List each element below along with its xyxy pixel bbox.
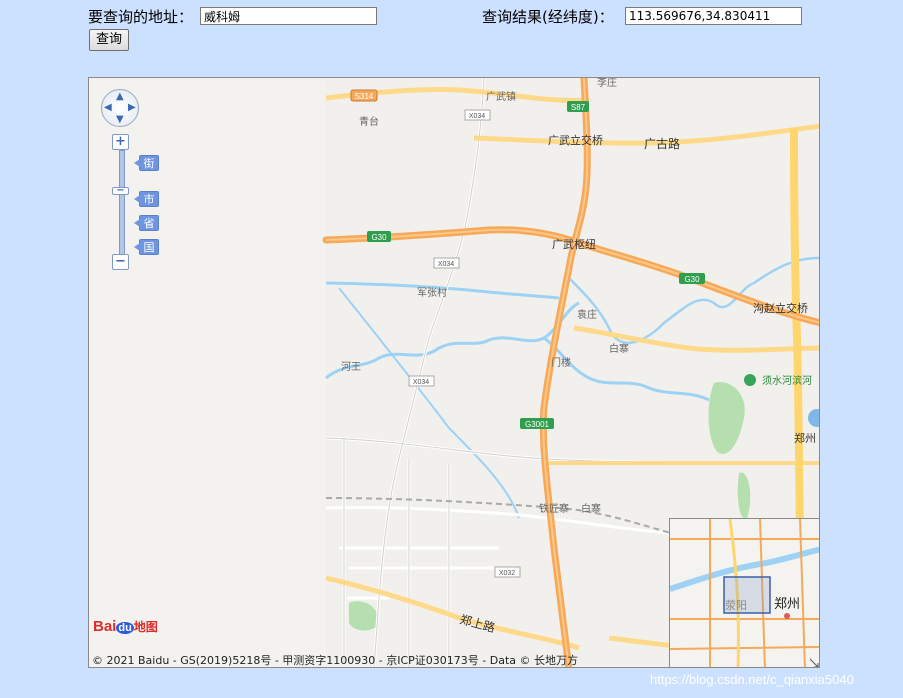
label-guangwu-bridge: 广武立交桥 [548, 133, 603, 147]
pan-down-icon[interactable]: ▼ [116, 115, 124, 125]
zoom-level-street[interactable]: 街 [134, 155, 159, 171]
zoom-level-country[interactable]: 国 [134, 239, 159, 255]
shield-g3001: G3001 [525, 420, 550, 429]
result-input[interactable] [625, 7, 802, 25]
baidu-logo[interactable]: Bai du 地图 [93, 618, 158, 635]
label-lizhuang: 李庄 [597, 78, 617, 89]
label-qingtai: 青台 [359, 115, 379, 128]
overview-label-xingyang: 荥阳 [725, 598, 747, 612]
shield-g30-right: G30 [684, 275, 700, 284]
map-copyright: © 2021 Baidu - GS(2019)5218号 - 甲测资字11009… [92, 654, 579, 667]
label-hewang: 河王 [341, 361, 361, 373]
zoom-out-button[interactable]: − [112, 254, 129, 270]
zoom-level-city[interactable]: 市 [134, 191, 159, 207]
zoom-in-button[interactable]: + [112, 134, 129, 150]
pan-right-icon[interactable]: ▶ [128, 103, 136, 113]
zoom-slider-track[interactable] [119, 150, 125, 255]
watermark: https://blog.csdn.net/c_qianxia5040 [650, 672, 854, 687]
shield-x034-mid: X034 [438, 261, 454, 268]
label-yuanzhuang: 袁庄 [577, 308, 597, 321]
label-guanggu-road: 广古路 [644, 136, 680, 151]
result-label: 查询结果(经纬度)： [482, 8, 614, 26]
shield-x034-top: X034 [469, 113, 485, 120]
label-menlou: 门楼 [551, 356, 571, 369]
pan-up-icon[interactable]: ▲ [116, 92, 124, 102]
address-label: 要查询的地址： [88, 8, 194, 26]
overview-label-zhengzhou: 郑州 [774, 597, 800, 612]
label-baizhai2: 白寨 [581, 502, 601, 515]
label-junzhang: 军张村 [417, 286, 447, 299]
label-xushui-park: 须水河滨河 [762, 374, 812, 387]
label-guangwu-hub: 广武枢纽 [552, 237, 596, 251]
zoom-level-province[interactable]: 省 [134, 215, 159, 231]
zoom-slider-handle[interactable]: − [112, 186, 129, 196]
label-tiejiangzhai: 铁匠寨 [539, 502, 569, 515]
shield-x032: X032 [499, 570, 515, 577]
shield-s87: S87 [571, 103, 586, 112]
shield-x034-low: X034 [413, 379, 429, 386]
pan-left-icon[interactable]: ◀ [104, 103, 112, 113]
label-guangwu-town: 广武镇 [486, 90, 516, 103]
label-zhengzhou-city: 郑州 [794, 431, 816, 445]
park-icon [744, 374, 756, 386]
shield-g30-left: G30 [371, 233, 387, 242]
address-input[interactable] [200, 7, 377, 25]
map-container[interactable]: S314 S87 G30 G30 G3001 X034 X034 X034 X0… [88, 77, 820, 668]
query-button[interactable]: 查询 [89, 29, 130, 51]
overview-map[interactable]: 荥阳 郑州 [669, 518, 819, 667]
label-baizhai: 白寨 [609, 342, 629, 355]
label-gouzhao-bridge: 沟赵立交桥 [753, 301, 808, 315]
pan-control[interactable]: ▲ ▼ ◀ ▶ [101, 89, 139, 127]
shield-s314: S314 [355, 92, 374, 101]
